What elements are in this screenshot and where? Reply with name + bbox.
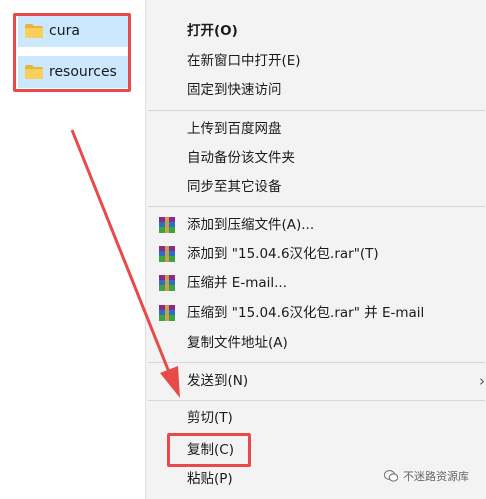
menu-item-label: 压缩并 E-mail... bbox=[187, 275, 287, 291]
menu-item-label: 固定到快速访问 bbox=[187, 82, 282, 98]
menu-item-label: 自动备份该文件夹 bbox=[187, 150, 295, 166]
watermark: 不迷路资源库 bbox=[384, 468, 469, 484]
menu-item-compress-email[interactable]: 压缩并 E-mail... bbox=[146, 268, 486, 298]
wechat-icon bbox=[384, 470, 398, 482]
menu-item-label: 在新窗口中打开(E) bbox=[187, 53, 301, 69]
watermark-text: 不迷路资源库 bbox=[403, 470, 469, 483]
menu-item-label: 上传到百度网盘 bbox=[187, 121, 282, 137]
menu-item-auto-backup[interactable]: 自动备份该文件夹 bbox=[146, 143, 486, 173]
menu-item-label: 粘贴(P) bbox=[187, 471, 233, 487]
winrar-icon bbox=[159, 217, 175, 233]
menu-item-label: 打开(O) bbox=[187, 23, 238, 39]
menu-separator bbox=[148, 110, 485, 111]
files-highlight-box bbox=[13, 13, 131, 92]
menu-item-open-new-window[interactable]: 在新窗口中打开(E) bbox=[146, 46, 486, 76]
context-menu: 打开(O) 在新窗口中打开(E) 固定到快速访问 上传到百度网盘 自动备份该文件… bbox=[145, 0, 486, 499]
menu-item-label: 发送到(N) bbox=[187, 373, 249, 389]
menu-item-pin-quick-access[interactable]: 固定到快速访问 bbox=[146, 75, 486, 105]
menu-separator bbox=[148, 206, 485, 207]
menu-item-label: 压缩到 "15.04.6汉化包.rar" 并 E-mail bbox=[187, 305, 425, 321]
menu-item-send-to[interactable]: 发送到(N) › bbox=[146, 366, 486, 396]
menu-item-label: 添加到压缩文件(A)... bbox=[187, 217, 315, 233]
menu-item-cut[interactable]: 剪切(T) bbox=[146, 403, 486, 433]
chevron-right-icon: › bbox=[479, 372, 485, 390]
winrar-icon bbox=[159, 275, 175, 291]
menu-item-add-archive[interactable]: 添加到压缩文件(A)... bbox=[146, 210, 486, 240]
menu-separator bbox=[148, 362, 485, 363]
menu-item-compress-rar-email[interactable]: 压缩到 "15.04.6汉化包.rar" 并 E-mail bbox=[146, 298, 486, 328]
menu-item-upload-baidu[interactable]: 上传到百度网盘 bbox=[146, 114, 486, 144]
menu-item-label: 同步至其它设备 bbox=[187, 179, 282, 195]
menu-separator bbox=[148, 400, 485, 401]
winrar-icon bbox=[159, 246, 175, 262]
menu-item-label: 添加到 "15.04.6汉化包.rar"(T) bbox=[187, 246, 379, 262]
menu-item-add-rar[interactable]: 添加到 "15.04.6汉化包.rar"(T) bbox=[146, 239, 486, 269]
menu-item-label: 复制文件地址(A) bbox=[187, 335, 288, 351]
menu-item-open[interactable]: 打开(O) bbox=[146, 16, 486, 46]
copy-highlight-box bbox=[167, 433, 251, 467]
menu-item-copy-path[interactable]: 复制文件地址(A) bbox=[146, 328, 486, 358]
winrar-icon bbox=[159, 305, 175, 321]
menu-item-label: 剪切(T) bbox=[187, 410, 233, 426]
menu-item-sync-devices[interactable]: 同步至其它设备 bbox=[146, 172, 486, 202]
